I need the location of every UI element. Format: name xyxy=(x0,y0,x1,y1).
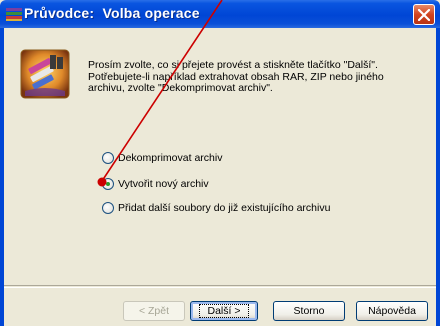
cancel-button[interactable]: Storno xyxy=(273,301,345,321)
option-create-archive[interactable]: Vytvořit nový archiv xyxy=(102,177,209,191)
help-button[interactable]: Nápověda xyxy=(356,301,428,321)
option-create-archive-label[interactable]: Vytvořit nový archiv xyxy=(118,178,209,190)
title-bar[interactable]: Průvodce: Volba operace xyxy=(0,0,440,28)
option-decompress[interactable]: Dekomprimovat archiv xyxy=(102,151,222,165)
option-decompress-label[interactable]: Dekomprimovat archiv xyxy=(118,152,222,164)
back-button[interactable]: < Zpět xyxy=(123,301,185,321)
radio-add-files[interactable] xyxy=(102,202,114,214)
close-button[interactable] xyxy=(413,4,435,25)
window-title: Průvodce: Volba operace xyxy=(24,5,200,21)
radio-decompress[interactable] xyxy=(102,152,114,164)
description-text: Prosím zvolte, co si přejete provést a s… xyxy=(88,59,418,95)
option-add-files[interactable]: Přidat další soubory do již existujícího… xyxy=(102,201,330,215)
next-button[interactable]: Další > xyxy=(190,301,258,321)
description-line: Prosím zvolte, co si přejete provést a s… xyxy=(88,59,378,71)
close-icon xyxy=(418,9,430,21)
window-frame-right xyxy=(436,28,440,326)
option-add-files-label[interactable]: Přidat další soubory do již existujícího… xyxy=(118,202,330,214)
wizard-archive-icon xyxy=(20,49,70,99)
winrar-books-icon xyxy=(6,7,22,21)
radio-create-archive[interactable] xyxy=(102,178,114,190)
wizard-window: Průvodce: Volba operace Prosím zvolte, c… xyxy=(0,0,440,326)
description-line: archivu, zvolte "Dekomprimovat archiv". xyxy=(88,82,273,95)
next-button-label: Další > xyxy=(198,304,250,318)
separator xyxy=(4,287,436,288)
